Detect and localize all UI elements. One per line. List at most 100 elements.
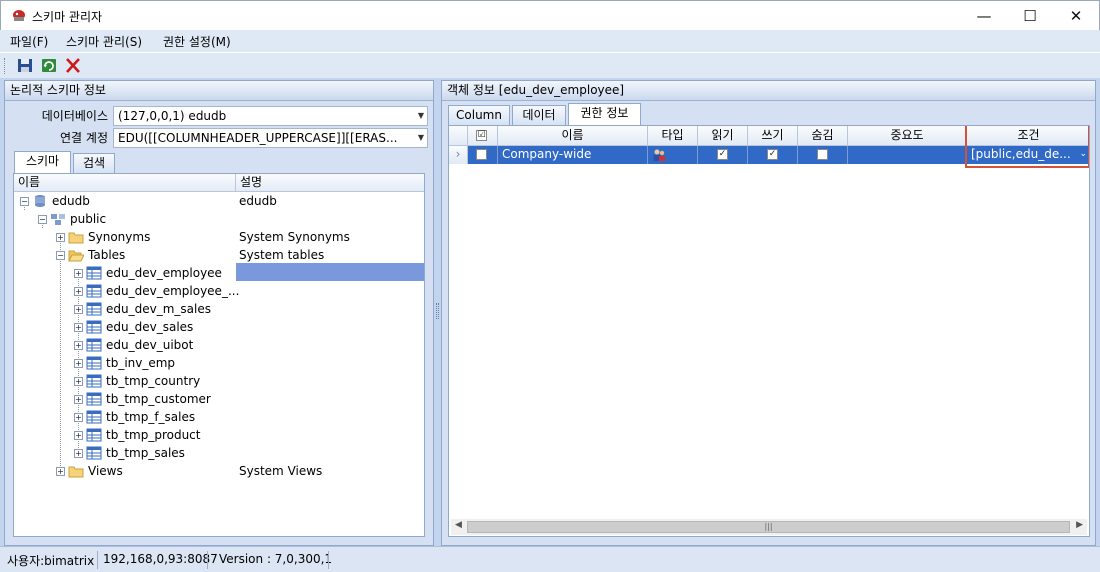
collapse-icon[interactable]: − xyxy=(38,215,47,224)
table-icon xyxy=(86,320,102,334)
tree-item-label: Tables xyxy=(88,248,126,262)
scroll-grip: ||| xyxy=(764,522,773,531)
select-all-header[interactable]: ☑ xyxy=(468,126,498,146)
tab-column[interactable]: Column xyxy=(448,105,510,125)
tree-item-table[interactable]: + tb_tmp_f_sales xyxy=(14,408,236,426)
tree-item-table[interactable]: + tb_tmp_customer xyxy=(14,390,236,408)
collapse-icon[interactable]: − xyxy=(20,197,29,206)
select-all-checkbox[interactable]: ☑ xyxy=(476,130,487,141)
tab-search[interactable]: 검색 xyxy=(73,153,115,173)
tree-item-public[interactable]: − public xyxy=(14,210,236,228)
permission-grid: ☑ 이름 타입 읽기 쓰기 숨김 중요도 조건 › Company-wide ✓… xyxy=(448,125,1090,537)
splitter-handle[interactable] xyxy=(436,303,439,319)
right-panel-title: 객체 정보 [edu_dev_employee] xyxy=(442,81,1095,101)
status-bar: 사용자:bimatrix 192,168,0,93:8087 Version :… xyxy=(0,546,1100,572)
row-select-cell[interactable] xyxy=(468,146,498,164)
column-header-name[interactable]: 이름 xyxy=(14,174,236,192)
menu-permission-settings[interactable]: 권한 설정(M) xyxy=(163,33,231,50)
tree-item-label: tb_tmp_customer xyxy=(106,392,211,406)
schema-tree: 이름 설명 − edudb edudb − public + Synonyms … xyxy=(13,173,425,537)
expand-icon[interactable]: + xyxy=(74,305,83,314)
expand-icon[interactable]: + xyxy=(74,359,83,368)
database-combo[interactable]: (127,0,0,1) edudb ▼ xyxy=(113,106,428,126)
tree-item-table[interactable]: + edu_dev_employee xyxy=(14,264,236,282)
tree-item-desc: System tables xyxy=(239,248,325,262)
status-divider xyxy=(328,551,329,569)
title-bar: 스키마 관리자 — ☐ ✕ xyxy=(0,0,1100,30)
tree-item-label: tb_tmp_country xyxy=(106,374,201,388)
tree-item-table[interactable]: + edu_dev_employee_... xyxy=(14,282,239,300)
grid-header-read[interactable]: 읽기 xyxy=(698,126,748,146)
minimize-button[interactable]: — xyxy=(961,1,1007,31)
grid-header-name[interactable]: 이름 xyxy=(498,126,648,146)
condition-highlight-box xyxy=(965,126,1089,168)
expand-icon[interactable]: + xyxy=(74,269,83,278)
collapse-icon[interactable]: − xyxy=(56,251,65,260)
expand-icon[interactable]: + xyxy=(74,395,83,404)
grid-header-type[interactable]: 타입 xyxy=(648,126,698,146)
row-read-cell[interactable]: ✓ xyxy=(698,146,748,164)
tree-item-table[interactable]: + edu_dev_uibot xyxy=(14,336,236,354)
row-importance[interactable] xyxy=(848,146,967,164)
tree-item-table[interactable]: + tb_tmp_product xyxy=(14,426,236,444)
expand-icon[interactable]: + xyxy=(74,323,83,332)
column-header-description[interactable]: 설명 xyxy=(236,174,424,192)
menu-schema-manage[interactable]: 스키마 관리(S) xyxy=(66,33,142,50)
tree-item-synonyms[interactable]: + Synonyms xyxy=(14,228,236,246)
grid-header-hidden[interactable]: 숨김 xyxy=(798,126,848,146)
tree-item-edudb[interactable]: − edudb xyxy=(14,192,424,210)
row-write-cell[interactable]: ✓ xyxy=(748,146,798,164)
tab-schema[interactable]: 스키마 xyxy=(14,151,71,173)
left-panel-title: 논리적 스키마 정보 xyxy=(5,81,433,101)
status-server: 192,168,0,93:8087 xyxy=(103,552,218,566)
maximize-button[interactable]: ☐ xyxy=(1007,1,1053,31)
chevron-down-icon[interactable]: ▼ xyxy=(418,107,424,125)
tree-item-label: public xyxy=(70,212,107,226)
account-combo[interactable]: EDU([[COLUMNHEADER_UPPERCASE]][[ERAS... … xyxy=(113,128,428,148)
save-icon[interactable] xyxy=(15,56,35,75)
horizontal-scrollbar[interactable]: ◀ ||| ▶ xyxy=(451,519,1087,535)
folder-icon xyxy=(68,232,84,244)
database-label: 데이터베이스 xyxy=(41,109,108,123)
grid-header-importance[interactable]: 중요도 xyxy=(848,126,967,146)
expand-icon[interactable]: + xyxy=(74,287,83,296)
scroll-left-icon[interactable]: ◀ xyxy=(455,520,462,530)
hidden-checkbox[interactable] xyxy=(817,149,828,160)
expand-icon[interactable]: + xyxy=(74,431,83,440)
tree-item-table[interactable]: + tb_tmp_country xyxy=(14,372,236,390)
tree-item-desc: System Views xyxy=(239,464,323,478)
menu-file[interactable]: 파일(F) xyxy=(10,33,48,50)
read-checkbox[interactable]: ✓ xyxy=(717,149,728,160)
tree-item-tables[interactable]: − Tables xyxy=(14,246,236,264)
row-hidden-cell[interactable] xyxy=(798,146,848,164)
row-name[interactable]: Company-wide xyxy=(498,146,648,164)
refresh-icon[interactable] xyxy=(39,56,59,75)
expand-icon[interactable]: + xyxy=(56,233,65,242)
tab-permission-info[interactable]: 권한 정보 xyxy=(568,103,641,125)
tree-item-label: tb_tmp_product xyxy=(106,428,201,442)
scroll-thumb[interactable]: ||| xyxy=(467,521,1070,533)
close-window-button[interactable]: ✕ xyxy=(1053,1,1099,31)
expand-icon[interactable]: + xyxy=(74,413,83,422)
tree-item-table[interactable]: + tb_inv_emp xyxy=(14,354,236,372)
tree-item-views[interactable]: + Views xyxy=(14,462,236,480)
delete-icon[interactable] xyxy=(63,56,83,75)
tree-item-label: edudb xyxy=(52,194,90,208)
table-icon xyxy=(86,356,102,370)
tab-data[interactable]: 데이터 xyxy=(512,105,566,125)
tree-item-table[interactable]: + edu_dev_m_sales xyxy=(14,300,236,318)
expand-icon[interactable]: + xyxy=(56,467,65,476)
window-title: 스키마 관리자 xyxy=(32,10,103,24)
tree-item-label: Views xyxy=(88,464,123,478)
tree-item-table[interactable]: + tb_tmp_sales xyxy=(14,444,236,462)
chevron-down-icon[interactable]: ▼ xyxy=(418,129,424,147)
tree-item-table[interactable]: + edu_dev_sales xyxy=(14,318,236,336)
tree-item-label: tb_inv_emp xyxy=(106,356,176,370)
grid-header-write[interactable]: 쓰기 xyxy=(748,126,798,146)
expand-icon[interactable]: + xyxy=(74,449,83,458)
row-checkbox[interactable] xyxy=(476,149,487,160)
scroll-right-icon[interactable]: ▶ xyxy=(1076,520,1083,530)
expand-icon[interactable]: + xyxy=(74,341,83,350)
write-checkbox[interactable]: ✓ xyxy=(767,149,778,160)
expand-icon[interactable]: + xyxy=(74,377,83,386)
